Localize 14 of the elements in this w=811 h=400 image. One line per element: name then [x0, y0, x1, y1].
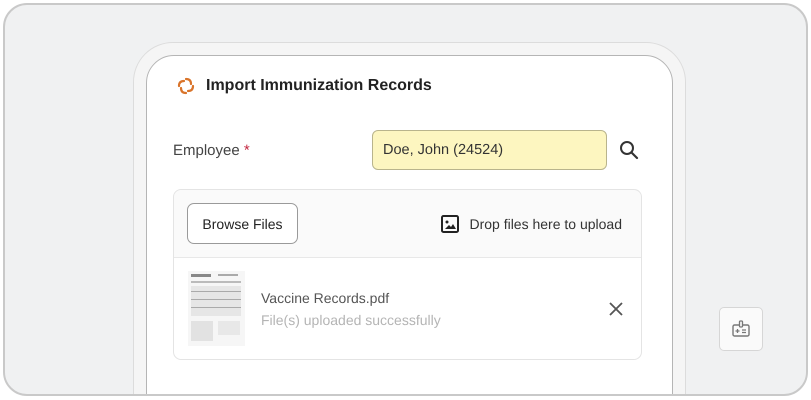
- id-badge-icon: [731, 319, 751, 339]
- swirl-logo-icon: [176, 76, 196, 96]
- search-icon[interactable]: [619, 140, 639, 160]
- dialog-title: Import Immunization Records: [206, 77, 432, 95]
- image-icon: [441, 214, 460, 232]
- close-icon[interactable]: [609, 302, 623, 316]
- upload-status: File(s) uploaded successfully: [261, 312, 442, 328]
- employee-field[interactable]: Doe, John (24524): [372, 130, 607, 170]
- browse-files-button[interactable]: Browse Files: [187, 203, 298, 244]
- drop-zone[interactable]: Browse Files Drop files here to upload Vaccine Records.pdf File(s) uploaded successfully: [173, 189, 642, 360]
- drop-hint: Drop files here to upload: [469, 216, 622, 232]
- id-badge-button[interactable]: [719, 307, 763, 351]
- employee-label: Employee *: [173, 142, 251, 158]
- file-name: Vaccine Records.pdf: [261, 290, 390, 306]
